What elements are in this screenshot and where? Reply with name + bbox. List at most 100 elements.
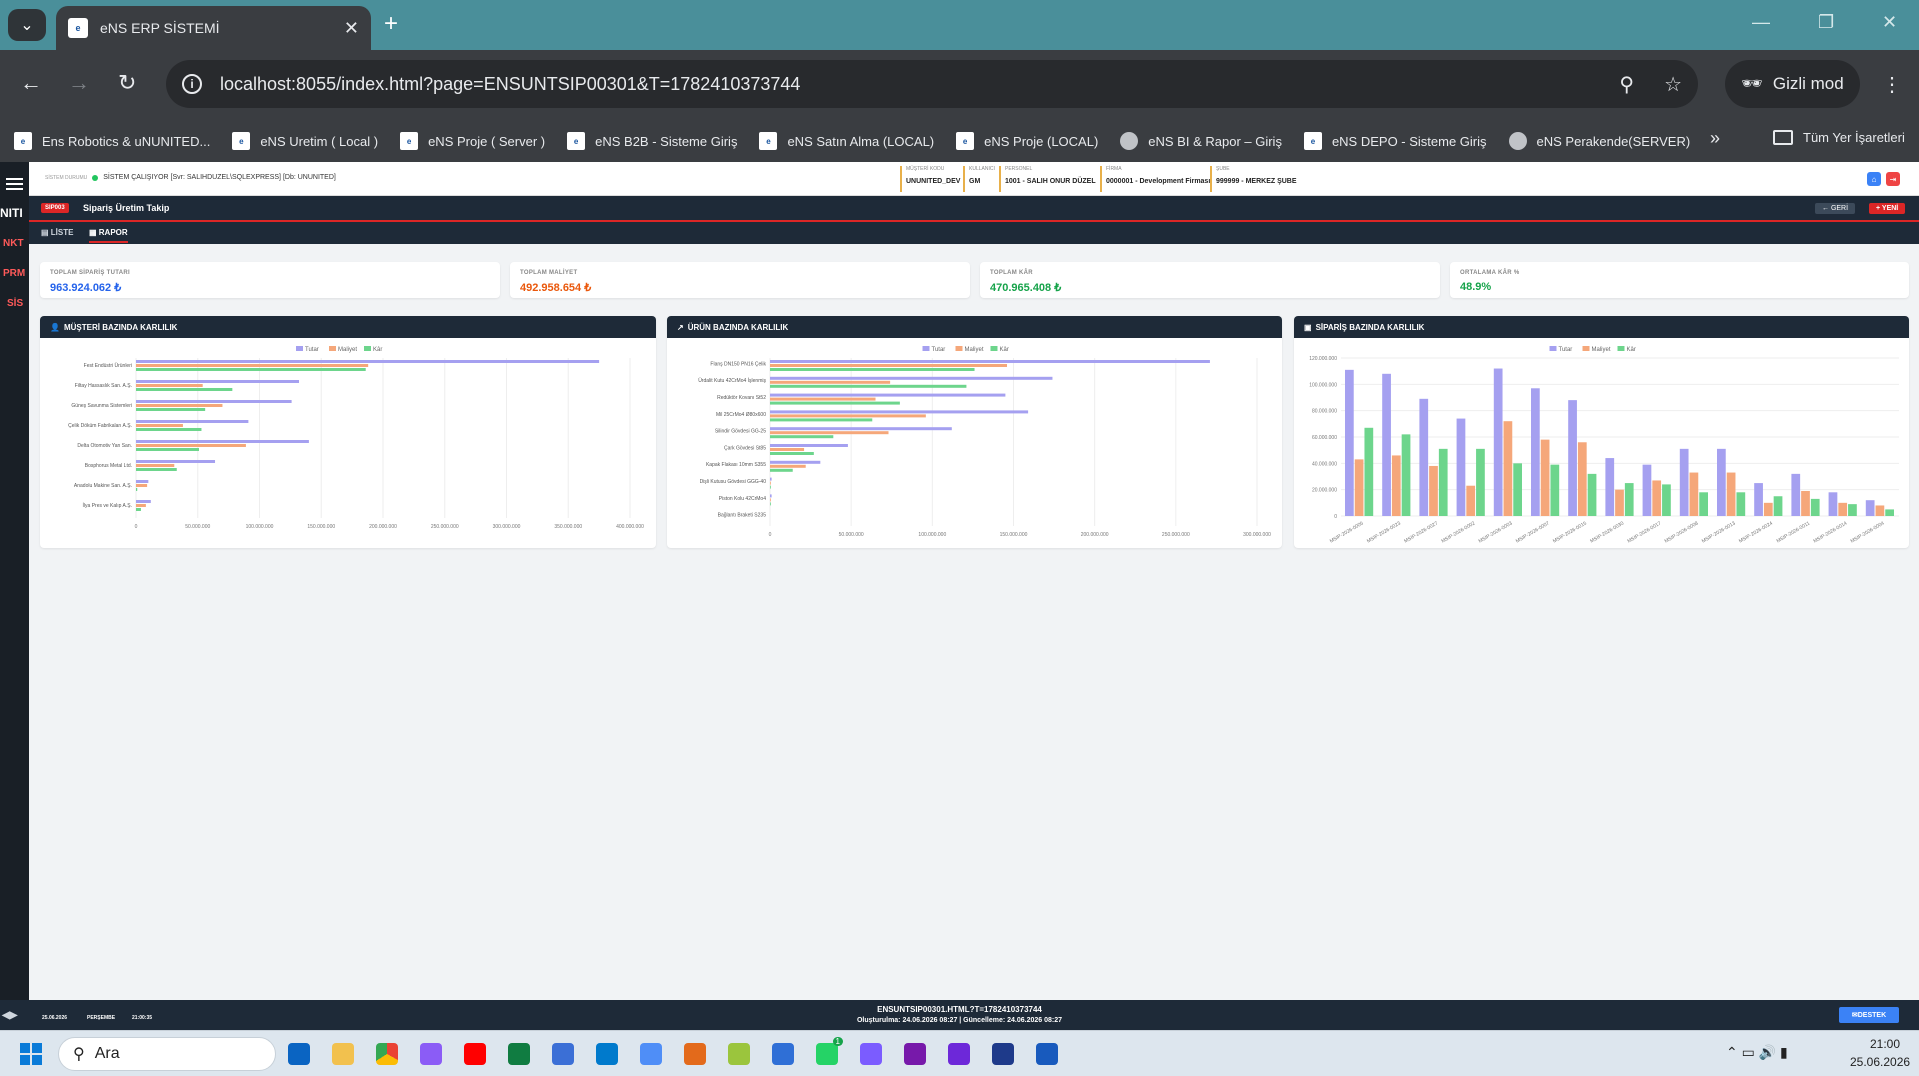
globe-icon xyxy=(1120,132,1139,150)
info-customer: MÜŞTERİ KODU UNUNITED_DEV xyxy=(900,166,960,192)
copilot-icon[interactable] xyxy=(860,1043,882,1065)
sidebar-item-prm[interactable]: PRM xyxy=(3,268,25,279)
back-button[interactable]: ← GERİ xyxy=(1815,203,1856,214)
bookmark-item[interactable]: e eNS B2B - Sisteme Giriş xyxy=(567,132,737,150)
info-user: KULLANICI GM xyxy=(963,166,995,192)
restore-icon[interactable]: ❐ xyxy=(1818,12,1834,33)
taskbar-search[interactable]: ⚲ Ara xyxy=(58,1037,276,1071)
x-tick-label: 100.000.000 xyxy=(918,532,946,538)
support-label: DESTEK xyxy=(1857,1011,1887,1019)
word-icon[interactable] xyxy=(1036,1043,1058,1065)
incognito-indicator[interactable]: 🕶 Gizli mod xyxy=(1725,60,1860,108)
new-button[interactable]: + YENİ xyxy=(1869,203,1906,214)
forward-arrow-icon[interactable]: → xyxy=(68,70,90,96)
tab-liste[interactable]: ▤ LİSTE xyxy=(41,228,73,237)
bookmark-item[interactable]: eNS Perakende(SERVER) xyxy=(1508,132,1690,150)
address-bar[interactable]: i localhost:8055/index.html?page=ENSUNTS… xyxy=(166,60,1698,108)
y-tick-label: Dişli Kutusu Gövdesi GGG-40 xyxy=(700,479,767,485)
close-window-icon[interactable]: ✕ xyxy=(1882,12,1897,33)
bar xyxy=(1810,498,1820,516)
logout-icon[interactable]: ⇥ xyxy=(1886,172,1900,186)
close-tab-icon[interactable]: ✕ xyxy=(344,18,359,39)
youtube-icon[interactable] xyxy=(464,1043,486,1065)
bar xyxy=(1679,448,1689,516)
order-profit-chart: Tutar Maliyet Kâr 0 20.000.000 40.000.000 60.0… xyxy=(1309,346,1899,545)
bar xyxy=(1662,484,1671,516)
bookmark-item[interactable]: e eNS Proje ( Server ) xyxy=(400,132,545,150)
bar xyxy=(1419,398,1429,516)
info-branch: ŞUBE 999999 - MERKEZ ŞUBE xyxy=(1210,166,1297,192)
windows-start-icon[interactable] xyxy=(20,1043,42,1065)
kpi-value: 492.958.654 ₺ xyxy=(520,282,592,294)
all-bookmarks-button[interactable]: Tüm Yer İşaretleri xyxy=(1773,130,1905,145)
y-tick-label: 100.000.000 xyxy=(1309,382,1337,388)
y-tick-label: 0 xyxy=(1334,514,1337,520)
app-icon[interactable] xyxy=(772,1043,794,1065)
bar xyxy=(136,440,309,443)
box-icon: ▣ xyxy=(1304,322,1312,332)
whatsapp-icon[interactable]: 1 xyxy=(816,1037,843,1065)
app-icon[interactable] xyxy=(948,1043,970,1065)
info-personnel: PERSONEL 1001 - SALIH ONUR DÜZEL xyxy=(999,166,1096,192)
clock[interactable]: 21:00 25.06.2026 xyxy=(1850,1037,1910,1069)
browser-tab[interactable]: e eNS ERP SİSTEMİ ✕ xyxy=(56,6,371,50)
more-bookmarks-icon[interactable]: » xyxy=(1710,128,1720,149)
support-button[interactable]: ✉ DESTEK xyxy=(1839,1007,1899,1023)
bookmark-label: eNS DEPO - Sisteme Giriş xyxy=(1331,133,1487,149)
bookmark-label: eNS Proje (LOCAL) xyxy=(984,133,1099,149)
notepad-icon[interactable] xyxy=(552,1043,574,1065)
bar xyxy=(770,364,1008,367)
minimize-icon[interactable]: — xyxy=(1752,12,1770,33)
bar xyxy=(1476,448,1485,516)
site-info-icon[interactable]: i xyxy=(182,74,202,94)
bookmark-item[interactable]: e eNS Proje (LOCAL) xyxy=(956,132,1098,150)
bar xyxy=(136,400,292,403)
new-tab-button[interactable]: + xyxy=(384,10,398,38)
home-icon[interactable]: ⌂ xyxy=(1867,172,1881,186)
bookmark-item[interactable]: e eNS DEPO - Sisteme Giriş xyxy=(1303,132,1487,150)
draw-app-icon[interactable] xyxy=(728,1043,750,1065)
page-header: SIP003 Sipariş Üretim Takip ← GERİ + YEN… xyxy=(29,196,1919,222)
x-tick-label: MSIP-2026-0011 xyxy=(1776,520,1812,544)
snipping-tool-icon[interactable] xyxy=(420,1043,442,1065)
y-tick-label: Flanş DN150 PN16 Çelik xyxy=(710,361,766,367)
x-tick-label: 150.000.000 xyxy=(1000,532,1028,538)
bar xyxy=(770,464,806,468)
x-tick-label: 0 xyxy=(769,532,772,538)
bar xyxy=(770,380,891,384)
sidebar-item-sis[interactable]: SİS xyxy=(7,298,23,309)
reload-icon[interactable]: ↻ xyxy=(118,70,136,96)
outlook-icon[interactable] xyxy=(288,1043,310,1065)
hamburger-menu-icon[interactable] xyxy=(6,178,23,180)
zoom-icon[interactable]: ⚲ xyxy=(1619,72,1634,97)
bookmark-item[interactable]: e eNS Uretim ( Local ) xyxy=(232,132,378,150)
back-arrow-icon[interactable]: ← xyxy=(20,70,42,96)
file-explorer-icon[interactable] xyxy=(332,1043,354,1065)
bar xyxy=(136,408,206,411)
vscode-icon[interactable] xyxy=(596,1043,618,1065)
ens-favicon-icon: e xyxy=(232,132,251,150)
bar xyxy=(136,500,151,503)
bar xyxy=(136,384,203,387)
kpi-total-cost: TOPLAM MALİYET 492.958.654 ₺ xyxy=(510,262,970,298)
bar xyxy=(1493,368,1503,516)
onenote-icon[interactable] xyxy=(904,1043,926,1065)
app-icon[interactable] xyxy=(992,1043,1014,1065)
excel-icon[interactable] xyxy=(508,1043,530,1065)
x-tick-label: MSIP-2026-0005 xyxy=(1329,520,1365,544)
browser-menu-icon[interactable]: ⋮ xyxy=(1882,72,1902,97)
chrome-icon[interactable] xyxy=(376,1043,398,1065)
users-icon: 👤 xyxy=(50,322,60,332)
ens-favicon-icon: e xyxy=(567,132,586,150)
globe-icon xyxy=(1508,132,1527,150)
bookmark-item[interactable]: eNS BI & Rapor – Giriş xyxy=(1120,132,1282,150)
app-icon[interactable] xyxy=(684,1043,706,1065)
tray-icons[interactable]: ⌃ ▭ 🔊 ▮ xyxy=(1726,1044,1788,1061)
bookmark-item[interactable]: e eNS Satın Alma (LOCAL) xyxy=(759,132,934,150)
bookmark-item[interactable]: e Ens Robotics & uNUNITED... xyxy=(14,132,210,150)
bookmark-star-icon[interactable]: ☆ xyxy=(1664,72,1682,97)
sidebar-item-nkt[interactable]: NKT xyxy=(3,238,24,249)
tab-search-button[interactable]: ⌄ xyxy=(8,9,46,41)
gemini-icon[interactable] xyxy=(640,1043,662,1065)
tab-rapor[interactable]: ▦ RAPOR xyxy=(89,228,128,243)
